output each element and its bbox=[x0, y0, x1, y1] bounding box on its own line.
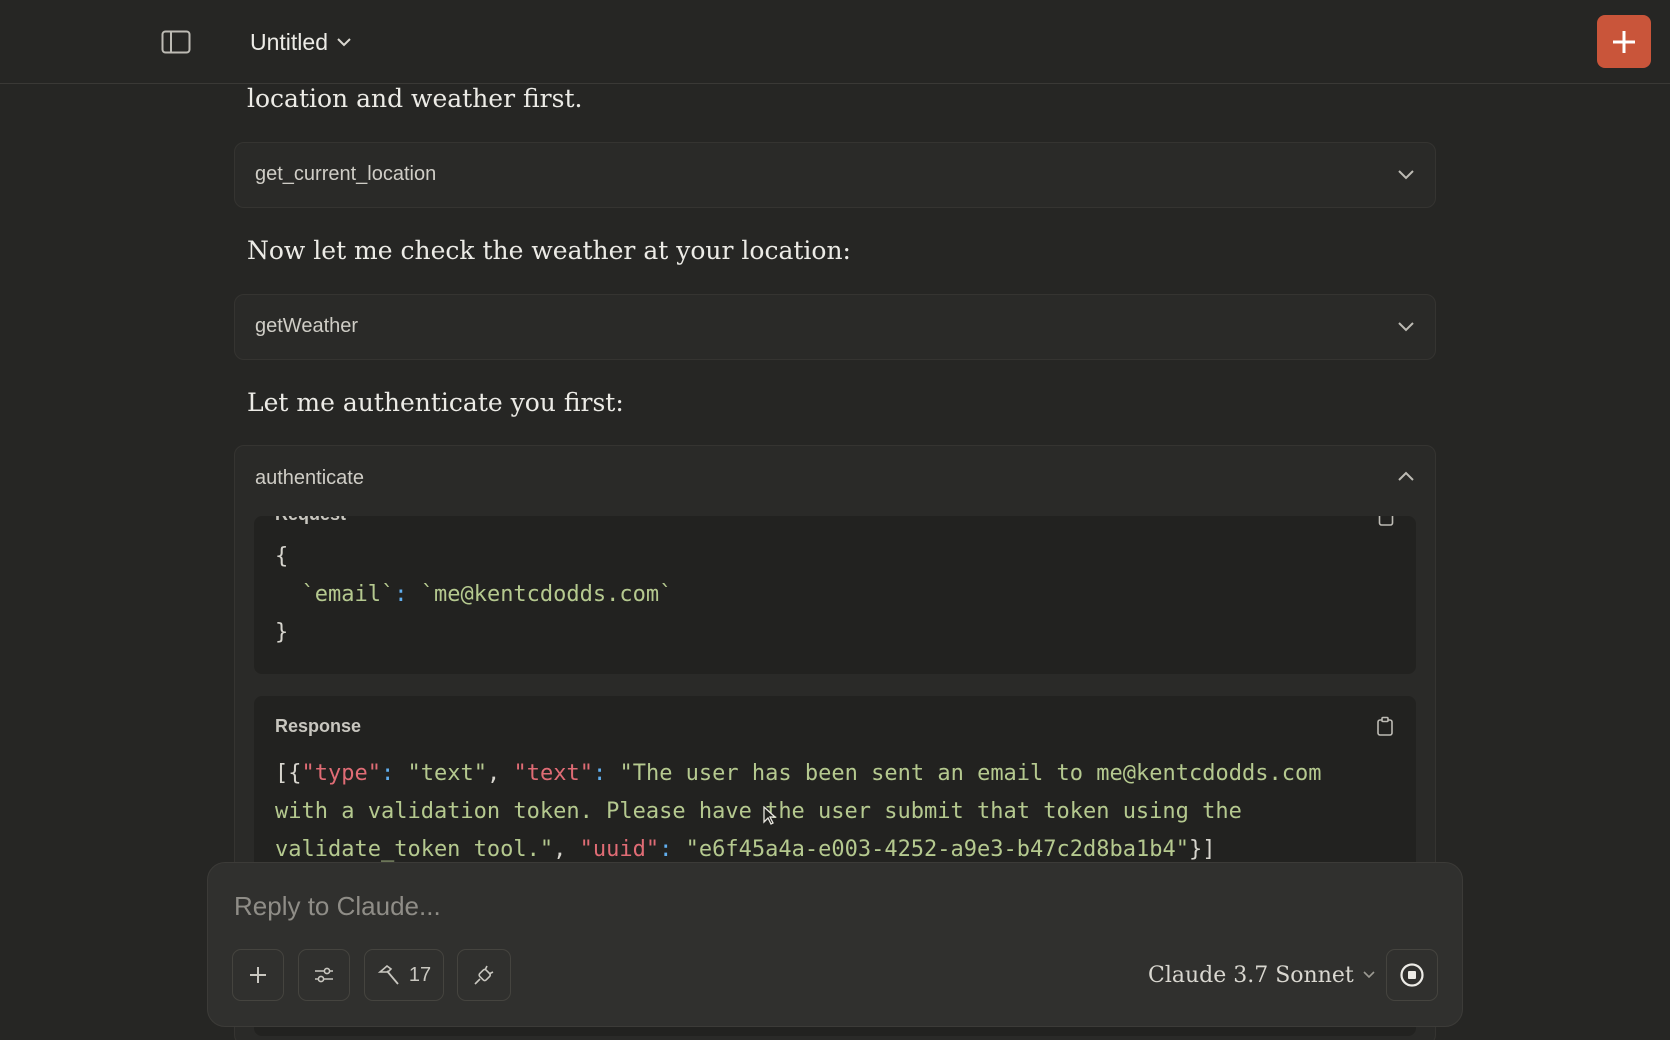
response-code: [{"type": "text", "text": "The user has … bbox=[275, 761, 1322, 862]
assistant-text: location and weather first. bbox=[247, 84, 583, 113]
sliders-icon bbox=[315, 967, 333, 983]
assistant-text: Let me authenticate you first: bbox=[247, 388, 624, 417]
top-bar: Untitled bbox=[0, 0, 1670, 84]
sidebar-toggle-button[interactable] bbox=[156, 26, 196, 58]
request-label: Request bbox=[275, 516, 346, 525]
tool-call-get-current-location[interactable]: get_current_location bbox=[234, 142, 1436, 208]
chevron-down-icon bbox=[1398, 170, 1414, 180]
tool-call-header[interactable]: authenticate bbox=[235, 446, 1435, 516]
model-selector[interactable]: Claude 3.7 Sonnet bbox=[1148, 959, 1376, 991]
reply-input[interactable] bbox=[232, 885, 1416, 927]
tool-name: get_current_location bbox=[255, 163, 437, 185]
chevron-down-icon bbox=[337, 38, 351, 47]
tools-count: 17 bbox=[408, 963, 432, 986]
plug-icon bbox=[474, 965, 494, 985]
conversation-title: Untitled bbox=[250, 28, 328, 55]
mouse-cursor-icon bbox=[763, 806, 777, 825]
clipboard-icon[interactable] bbox=[1378, 516, 1394, 526]
plus-icon bbox=[250, 967, 266, 983]
conversation-title-dropdown[interactable]: Untitled bbox=[250, 22, 352, 62]
options-button[interactable] bbox=[298, 949, 350, 1001]
tool-name: authenticate bbox=[255, 467, 364, 489]
chevron-down-icon bbox=[1398, 322, 1414, 332]
model-name: Claude 3.7 Sonnet bbox=[1148, 962, 1354, 988]
tool-name: getWeather bbox=[255, 315, 359, 337]
response-label: Response bbox=[275, 716, 362, 736]
new-chat-button[interactable] bbox=[1597, 15, 1651, 68]
chevron-down-icon bbox=[1363, 971, 1375, 979]
chevron-up-icon bbox=[1398, 471, 1414, 481]
tool-call-get-weather[interactable]: getWeather bbox=[234, 294, 1436, 360]
message-composer: 17 Claude 3.7 Sonnet bbox=[207, 862, 1463, 1027]
hammer-icon bbox=[377, 964, 399, 985]
plus-icon bbox=[1613, 30, 1635, 53]
request-panel: Request { `email`: `me@kentcdodds.com` } bbox=[254, 516, 1416, 674]
stop-icon bbox=[1400, 963, 1424, 987]
clipboard-icon[interactable] bbox=[1376, 716, 1394, 736]
attach-button[interactable] bbox=[232, 949, 284, 1001]
sidebar-toggle-icon bbox=[161, 30, 191, 54]
request-code: { `email`: `me@kentcdodds.com` } bbox=[275, 544, 673, 645]
tools-button[interactable]: 17 bbox=[364, 949, 444, 1001]
stop-button[interactable] bbox=[1386, 949, 1438, 1001]
assistant-text: Now let me check the weather at your loc… bbox=[247, 236, 851, 265]
integrations-button[interactable] bbox=[457, 949, 511, 1001]
